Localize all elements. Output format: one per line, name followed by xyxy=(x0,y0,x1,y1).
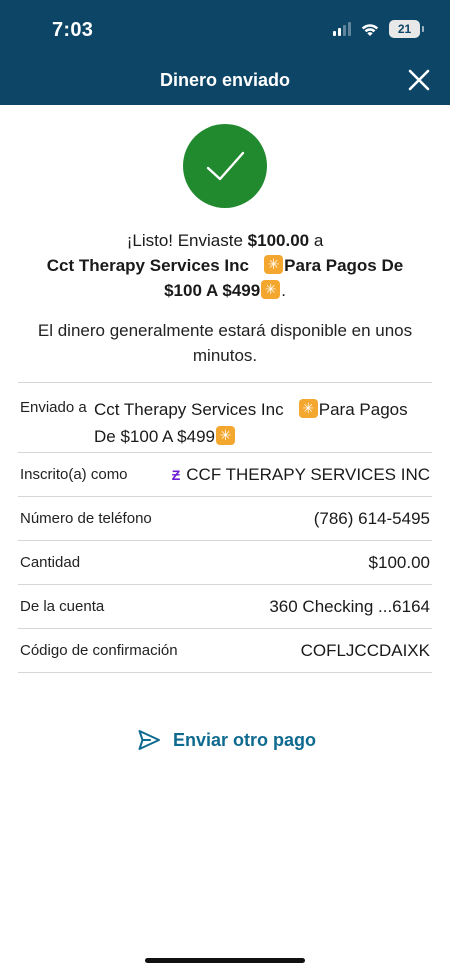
enrolled-name: CCF THERAPY SERVICES INC xyxy=(186,464,430,484)
star-emoji-icon xyxy=(264,255,284,274)
sent-to-name-range: De $100 A $499 xyxy=(94,427,216,446)
page-title: Dinero enviado xyxy=(159,70,291,90)
wifi-icon xyxy=(361,23,379,36)
detail-row-enrolled: Inscrito(a) como Ƶ CCF THERAPY SERVICES I… xyxy=(18,453,432,497)
confirmation-amount: $100.00 xyxy=(247,231,310,250)
detail-row-amount: Cantidad $100.00 xyxy=(18,541,432,585)
star-emoji-icon xyxy=(216,426,236,445)
confirmation-message: ¡Listo! Enviaste $100.00 a Cct Therapy S… xyxy=(20,228,430,303)
sent-to-label: Enviado a xyxy=(20,399,87,416)
star-emoji-icon xyxy=(261,280,281,299)
confirmation-recipient-cont: Para Pagos De xyxy=(284,256,404,275)
enrolled-value: Ƶ CCF THERAPY SERVICES INC xyxy=(172,465,430,485)
amount-label: Cantidad xyxy=(20,554,81,571)
confirmation-recipient: Cct Therapy Services Inc xyxy=(46,256,249,275)
paper-plane-icon xyxy=(138,730,160,750)
send-another-label: Enviar otro pago xyxy=(173,729,317,750)
detail-row-sent-to: Enviado a Cct Therapy Services Inc Para … xyxy=(18,383,432,453)
star-emoji-icon xyxy=(298,399,318,418)
confirmation-prefix: ¡Listo! Enviaste xyxy=(126,231,248,250)
battery-icon: 21 xyxy=(389,20,424,38)
close-icon[interactable] xyxy=(406,67,432,93)
status-icons: 21 xyxy=(333,20,424,38)
payment-details: Enviado a Cct Therapy Services Inc Para … xyxy=(18,382,432,673)
phone-label: Número de teléfono xyxy=(20,510,152,527)
account-value: 360 Checking ...6164 xyxy=(269,596,430,616)
confirmation-period: . xyxy=(281,281,286,300)
detail-row-phone: Número de teléfono (786) 614-5495 xyxy=(18,497,432,541)
success-badge xyxy=(183,124,267,208)
zelle-logo-icon: Ƶ xyxy=(171,466,181,483)
sent-to-name: Cct Therapy Services Inc xyxy=(94,400,284,419)
home-indicator[interactable] xyxy=(145,958,305,963)
enrolled-label: Inscrito(a) como xyxy=(20,466,128,483)
account-label: De la cuenta xyxy=(20,598,105,615)
confirmation-connector: a xyxy=(309,231,324,250)
cellular-signal-icon xyxy=(333,22,351,36)
confirmation-recipient-range: $100 A $499 xyxy=(164,281,261,300)
detail-row-confirmation: Código de confirmación COFLJCCDAIXK xyxy=(18,629,432,673)
availability-note: El dinero generalmente estará disponible… xyxy=(37,321,413,365)
checkmark-icon xyxy=(206,151,245,181)
send-another-payment-button[interactable]: Enviar otro pago xyxy=(137,728,316,752)
status-time: 7:03 xyxy=(52,19,94,41)
detail-row-account: De la cuenta 360 Checking ...6164 xyxy=(18,585,432,629)
sent-to-value: Cct Therapy Services Inc Para Pagos De $1… xyxy=(94,396,430,450)
sent-to-name-cont: Para Pagos xyxy=(318,400,408,419)
top-bar: 7:03 21 Dinero enviado xyxy=(0,0,450,105)
amount-value: $100.00 xyxy=(368,552,430,572)
confirmation-code-value: COFLJCCDAIXK xyxy=(300,640,430,660)
confirmation-code-label: Código de confirmación xyxy=(20,642,178,659)
phone-value: (786) 614-5495 xyxy=(313,508,430,528)
